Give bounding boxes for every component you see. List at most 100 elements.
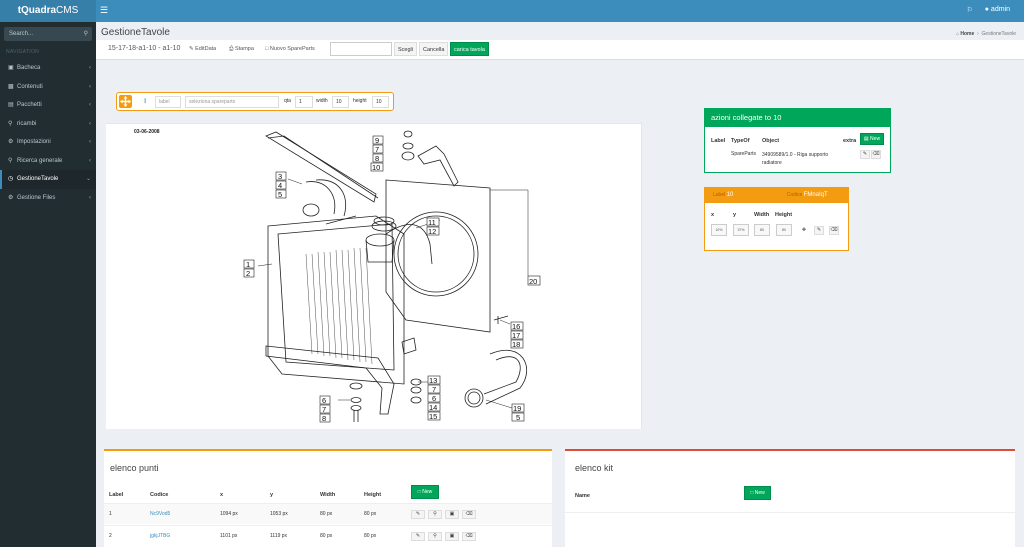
search-icon: ⚲ bbox=[8, 157, 13, 164]
y-input[interactable]: 37% bbox=[733, 224, 749, 236]
sidebar-item-pacchetti[interactable]: ▤ Pacchetti ‹ bbox=[0, 96, 96, 115]
search-icon[interactable]: ⚲ bbox=[84, 27, 88, 41]
svg-text:8: 8 bbox=[375, 154, 379, 163]
edit-data-button[interactable]: ✎ EditData bbox=[189, 46, 216, 52]
chevron-down-icon: ⌄ bbox=[85, 176, 91, 182]
pin-icon[interactable]: ❙ bbox=[143, 98, 147, 104]
linked-actions-title: azioni collegate to 10 bbox=[705, 109, 890, 127]
upload-table-button[interactable]: carica tavola bbox=[450, 42, 489, 56]
col-y: y bbox=[270, 492, 274, 498]
sidebar-item-ricambi[interactable]: ⚲ ricambi ‹ bbox=[0, 115, 96, 134]
new-spareparts-button[interactable]: □ Nuovo SpareParts bbox=[265, 46, 315, 52]
gear-icon: ⚙ bbox=[8, 139, 14, 145]
sidebar-item-ricerca-generale[interactable]: ⚲ Ricerca generale ‹ bbox=[0, 152, 96, 171]
trash-icon[interactable]: ⌫ bbox=[462, 510, 476, 519]
width-input[interactable]: 80 bbox=[754, 224, 770, 236]
user-icon: ● bbox=[984, 6, 989, 13]
print-button[interactable]: ⎙ Stampa bbox=[229, 46, 254, 53]
height-input[interactable]: 80 bbox=[776, 224, 792, 236]
move-handle-icon[interactable] bbox=[119, 95, 132, 108]
svg-text:11: 11 bbox=[428, 218, 436, 227]
breadcrumb-current: GestioneTavole bbox=[981, 31, 1016, 37]
table-row: 1 Nc9Vod5 1094 px 1053 px 80 px 80 px ✎ … bbox=[104, 503, 552, 524]
height-input[interactable]: 10 bbox=[372, 96, 389, 108]
col-x: x bbox=[220, 492, 224, 498]
col-width: Width bbox=[320, 492, 336, 498]
point-code-value: FMnaIqT bbox=[803, 192, 828, 198]
point-edit-bar: ❙ label seleziona spareparts qta 1 width… bbox=[116, 92, 394, 111]
chevron-left-icon: ‹ bbox=[89, 65, 91, 71]
map-pin-icon[interactable]: ⚲ bbox=[428, 532, 442, 541]
kit-panel-title: elenco kit bbox=[575, 463, 614, 473]
label-input[interactable]: label bbox=[155, 96, 181, 108]
package-icon: ▤ bbox=[8, 102, 14, 108]
action-type: SpareParts bbox=[731, 151, 757, 157]
sidebar-toggle-icon[interactable]: ☰ bbox=[100, 5, 108, 16]
move-icon[interactable]: ✥ bbox=[799, 226, 809, 235]
sidebar-search-input[interactable]: Search... ⚲ bbox=[4, 27, 92, 41]
cart-icon[interactable]: ▣ bbox=[445, 532, 459, 541]
svg-text:5: 5 bbox=[278, 190, 282, 199]
svg-text:7: 7 bbox=[432, 385, 436, 394]
svg-text:1: 1 bbox=[246, 260, 250, 269]
edit-icon: ✎ bbox=[189, 46, 194, 52]
col-x: x bbox=[711, 212, 715, 218]
chevron-left-icon: ‹ bbox=[89, 194, 91, 201]
x-input[interactable]: 10% bbox=[711, 224, 727, 236]
user-menu[interactable]: ● admin bbox=[985, 6, 1010, 14]
new-kit-button[interactable]: □ New bbox=[744, 486, 771, 500]
cart-icon[interactable]: ▣ bbox=[445, 510, 459, 519]
table-row: 2 jgkjJTBG 1101 px 1119 px 80 px 80 px ✎… bbox=[104, 525, 552, 546]
col-label: Label bbox=[109, 492, 124, 498]
edit-icon[interactable]: ✎ bbox=[411, 510, 425, 519]
linked-actions-box: azioni collegate to 10 Label TypeOf Obje… bbox=[704, 108, 891, 173]
svg-text:10: 10 bbox=[372, 163, 380, 172]
file-icon: □ bbox=[750, 490, 754, 496]
sidebar-item-bacheca[interactable]: ▣ Bacheca ‹ bbox=[0, 59, 96, 78]
notifications-icon[interactable]: ⚐ bbox=[966, 6, 972, 14]
user-name: admin bbox=[990, 6, 1010, 13]
sidebar-item-gestionetavole[interactable]: ◷ GestioneTavole ⌄ bbox=[0, 170, 96, 189]
table-toolbar: 15-17-18-a1-10 - a1-10 ✎ EditData ⎙ Stam… bbox=[96, 40, 1024, 60]
point-detail-box: Label 10 Codice FMnaIqT x y Width Height… bbox=[704, 187, 849, 251]
col-extra: extra bbox=[843, 138, 857, 144]
chevron-left-icon: ‹ bbox=[89, 139, 91, 145]
svg-text:6: 6 bbox=[322, 396, 326, 405]
point-code-link[interactable]: Nc9Vod5 bbox=[150, 511, 170, 517]
sidebar-item-impostazioni[interactable]: ⚙ Impostazioni ‹ bbox=[0, 133, 96, 152]
trash-icon[interactable]: ⌫ bbox=[462, 532, 476, 541]
width-input[interactable]: 10 bbox=[332, 96, 349, 108]
sidebar-item-contenuti[interactable]: ▩ Contenuti ‹ bbox=[0, 78, 96, 97]
edit-icon[interactable]: ✎ bbox=[814, 226, 824, 235]
clock-icon: ◷ bbox=[8, 176, 14, 182]
map-pin-icon[interactable]: ⚲ bbox=[428, 510, 442, 519]
chevron-left-icon: ‹ bbox=[89, 102, 91, 108]
qta-input[interactable]: 1 bbox=[295, 96, 313, 108]
col-height: Height bbox=[364, 492, 382, 498]
breadcrumb-home[interactable]: Home bbox=[960, 31, 974, 37]
choose-file-button[interactable]: Scegli bbox=[394, 42, 417, 56]
spareparts-select[interactable]: seleziona spareparts bbox=[185, 96, 279, 108]
nav-header: NAVIGATION bbox=[6, 49, 40, 55]
chevron-left-icon: ‹ bbox=[89, 120, 91, 127]
dashboard-icon: ▣ bbox=[8, 65, 14, 71]
svg-text:12: 12 bbox=[428, 227, 436, 236]
point-code-link[interactable]: jgkjJTBG bbox=[150, 533, 170, 539]
file-path-input[interactable] bbox=[330, 42, 392, 56]
new-action-button[interactable]: ▤ New bbox=[860, 133, 884, 145]
chevron-left-icon: ‹ bbox=[89, 83, 91, 90]
trash-icon[interactable]: ⌫ bbox=[829, 226, 839, 235]
point-detail-header: Label 10 Codice FMnaIqT bbox=[705, 188, 848, 203]
app-logo[interactable]: tQuadraCMS bbox=[0, 0, 96, 22]
sidebar-item-gestione-files[interactable]: ⚙ Gestione Files ‹ bbox=[0, 189, 96, 208]
edit-icon[interactable]: ✎ bbox=[860, 150, 870, 159]
svg-text:18: 18 bbox=[512, 340, 520, 349]
trash-icon[interactable]: ⌫ bbox=[871, 150, 881, 159]
kit-panel: elenco kit Name □ New bbox=[565, 449, 1015, 547]
cancel-button[interactable]: Cancella bbox=[419, 42, 449, 56]
col-height: Height bbox=[775, 212, 793, 218]
svg-text:14: 14 bbox=[429, 403, 437, 412]
edit-icon[interactable]: ✎ bbox=[411, 532, 425, 541]
exploded-drawing[interactable]: 03-06-2008 9 7 8 10 3 4 5 11 12 1 2 20 1… bbox=[106, 123, 642, 429]
new-point-button[interactable]: □ New bbox=[411, 485, 439, 499]
